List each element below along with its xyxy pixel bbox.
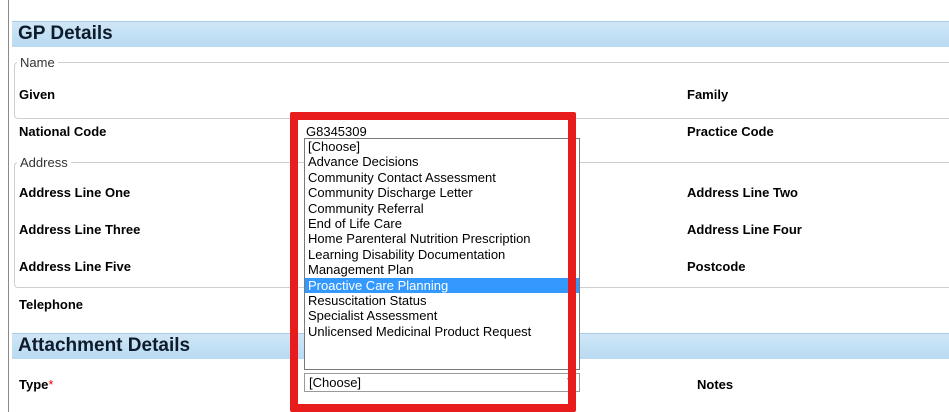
address-line-four-label: Address Line Four <box>687 222 802 237</box>
type-label: Type* <box>19 377 53 392</box>
address-line-one-label: Address Line One <box>19 185 131 200</box>
address-line-two-label: Address Line Two <box>687 185 798 200</box>
name-legend: Name <box>17 55 58 70</box>
address-line-three-label: Address Line Three <box>19 222 141 237</box>
telephone-label: Telephone <box>19 297 84 312</box>
attachment-details-title: Attachment Details <box>18 335 191 356</box>
national-code-label: National Code <box>19 124 107 139</box>
left-border <box>8 0 9 412</box>
gp-details-title: GP Details <box>18 23 113 44</box>
gp-details-header: GP Details <box>12 21 949 47</box>
address-legend: Address <box>17 155 71 170</box>
highlight-box <box>290 112 576 412</box>
notes-label: Notes <box>697 377 734 392</box>
required-marker: * <box>48 377 54 392</box>
family-label: Family <box>687 87 729 102</box>
postcode-label: Postcode <box>687 259 746 274</box>
name-fieldset <box>14 62 949 119</box>
type-label-text: Type <box>19 377 49 392</box>
given-label: Given <box>19 87 56 102</box>
address-line-five-label: Address Line Five <box>19 259 131 274</box>
practice-code-label: Practice Code <box>687 124 774 139</box>
